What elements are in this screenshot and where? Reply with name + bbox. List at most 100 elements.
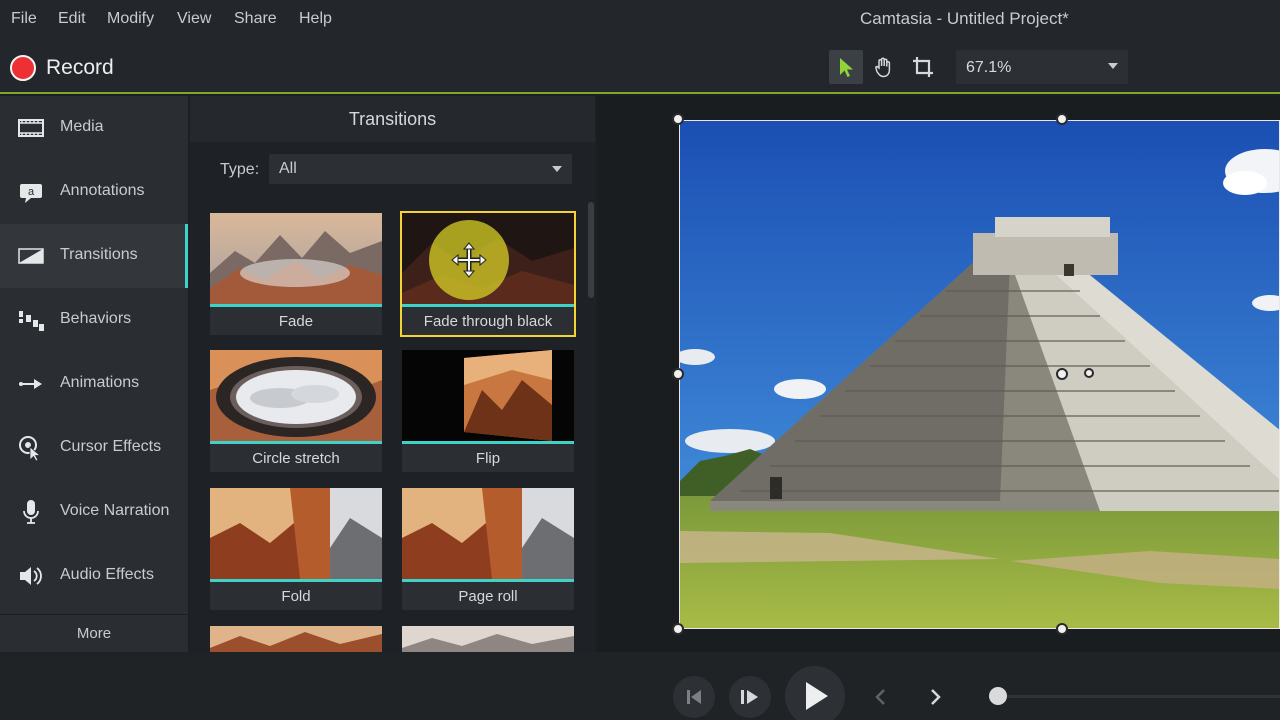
mountain-thumbnail: [210, 626, 382, 652]
previous-marker-button[interactable]: [859, 676, 901, 718]
mountain-thumbnail: [210, 213, 382, 304]
step-forward-icon: [741, 690, 758, 704]
menu-view[interactable]: View: [177, 10, 211, 28]
zoom-select[interactable]: 67.1%: [956, 50, 1128, 84]
resize-handle[interactable]: [1056, 623, 1068, 635]
sidebar-item-label: Cursor Effects: [60, 438, 162, 455]
dark-mountain-thumbnail: [402, 213, 574, 304]
menu-modify[interactable]: Modify: [107, 10, 154, 28]
transition-label: Fade: [278, 313, 314, 330]
rotate-handle[interactable]: [1056, 368, 1068, 380]
animation-arrow-icon: [19, 379, 42, 389]
canvas-media[interactable]: [679, 120, 1280, 629]
panel-header: Transitions: [190, 96, 595, 142]
panel-title: Transitions: [348, 109, 437, 129]
arrow-cursor-icon: [840, 58, 853, 77]
sidebar-item-label: Behaviors: [60, 310, 132, 327]
thumbnail-progress-line: [210, 441, 382, 444]
sidebar-item-voice-narration[interactable]: Voice Narration: [0, 480, 188, 544]
step-back-icon: [687, 690, 701, 704]
sidebar-item-label: Media: [60, 118, 104, 135]
svg-text:a: a: [28, 186, 35, 198]
sidebar-item-animations[interactable]: Animations: [0, 352, 188, 416]
select-tool-button[interactable]: [829, 50, 863, 84]
hand-icon: [875, 57, 891, 78]
fold-thumbnail: [210, 488, 382, 579]
transition-label: Fade through black: [423, 313, 553, 330]
transition-fold[interactable]: Fold: [210, 488, 382, 610]
step-back-button[interactable]: [673, 676, 715, 718]
chevron-right-icon: [931, 689, 941, 705]
window-title: Camtasia - Untitled Project*: [860, 9, 1069, 28]
menu-help[interactable]: Help: [299, 10, 332, 28]
chevron-down-icon: [1108, 63, 1118, 69]
sidebar-item-media[interactable]: Media: [0, 96, 188, 160]
transition-fade[interactable]: Fade: [210, 213, 382, 335]
mountain-thumbnail: [402, 626, 574, 652]
sidebar-item-audio-effects[interactable]: Audio Effects: [0, 544, 188, 608]
transition-thumbnail-partial[interactable]: [210, 626, 382, 652]
playback-bar: [0, 652, 1280, 720]
sidebar: Media a Annotations Transitions Behavior…: [0, 96, 188, 652]
transition-thumbnail-partial[interactable]: [402, 626, 574, 652]
flip-thumbnail: [402, 350, 574, 441]
sidebar-item-annotations[interactable]: a Annotations: [0, 160, 188, 224]
panel-scrollbar[interactable]: [588, 202, 594, 298]
sidebar-item-label: Animations: [60, 374, 140, 391]
transition-label: Flip: [475, 450, 501, 467]
pan-tool-button[interactable]: [867, 50, 901, 84]
chevron-left-icon: [875, 689, 885, 705]
chevron-down-icon: [552, 166, 562, 172]
sidebar-item-label: Annotations: [60, 182, 145, 199]
behaviors-icon: [19, 311, 44, 331]
transition-circle-stretch[interactable]: Circle stretch: [210, 350, 382, 472]
callout-icon: a: [20, 184, 42, 203]
play-button[interactable]: [785, 666, 845, 720]
menu-share[interactable]: Share: [234, 10, 277, 28]
sidebar-item-label: Voice Narration: [60, 502, 170, 519]
sidebar-item-cursor-effects[interactable]: Cursor Effects: [0, 416, 188, 480]
menu-bar: File Edit Modify View Share Help Camtasi…: [0, 0, 1280, 38]
transition-label: Fold: [281, 588, 311, 605]
sidebar-item-label: Transitions: [60, 246, 138, 263]
record-icon: [10, 55, 36, 81]
resize-handle[interactable]: [1056, 113, 1068, 125]
type-filter-value: All: [279, 160, 297, 177]
record-button[interactable]: Record: [10, 54, 114, 82]
menu-edit[interactable]: Edit: [58, 10, 86, 28]
step-forward-button[interactable]: [729, 676, 771, 718]
transition-flip[interactable]: Flip: [402, 350, 574, 472]
crop-tool-button[interactable]: [906, 50, 940, 84]
transition-icon: [18, 248, 44, 264]
next-marker-button[interactable]: [915, 676, 957, 718]
sidebar-item-label: Audio Effects: [60, 566, 154, 583]
toolbar: Record 67.1%: [0, 38, 1280, 94]
thumbnail-progress-line: [402, 304, 574, 307]
scrubber-knob[interactable]: [989, 687, 1007, 705]
type-filter-select[interactable]: All: [269, 154, 572, 184]
transition-label: Circle stretch: [252, 450, 340, 467]
transition-page-roll[interactable]: Page roll: [402, 488, 574, 610]
canvas-area: [597, 96, 1280, 652]
resize-handle[interactable]: [672, 368, 684, 380]
transition-fade-through-black[interactable]: Fade through black: [400, 211, 576, 337]
resize-handle[interactable]: [672, 623, 684, 635]
record-label: Record: [46, 56, 114, 79]
crop-icon: [913, 57, 933, 77]
thumbnail-progress-line: [402, 441, 574, 444]
more-button[interactable]: More: [0, 614, 188, 652]
scrubber-track[interactable]: [998, 695, 1280, 698]
film-icon: [18, 119, 44, 137]
sidebar-item-transitions[interactable]: Transitions: [0, 224, 188, 288]
transitions-panel: Transitions Type: All Fade Fade through …: [190, 96, 595, 652]
microphone-icon: [23, 500, 39, 524]
pyramid-image: [680, 121, 1279, 628]
circle-stretch-thumbnail: [210, 350, 382, 441]
cursor-effects-icon: [19, 436, 42, 462]
transition-label: Page roll: [458, 588, 518, 605]
thumbnail-progress-line: [210, 579, 382, 582]
sidebar-item-behaviors[interactable]: Behaviors: [0, 288, 188, 352]
rotate-handle-knob[interactable]: [1084, 368, 1094, 378]
resize-handle[interactable]: [672, 113, 684, 125]
menu-file[interactable]: File: [11, 10, 37, 28]
